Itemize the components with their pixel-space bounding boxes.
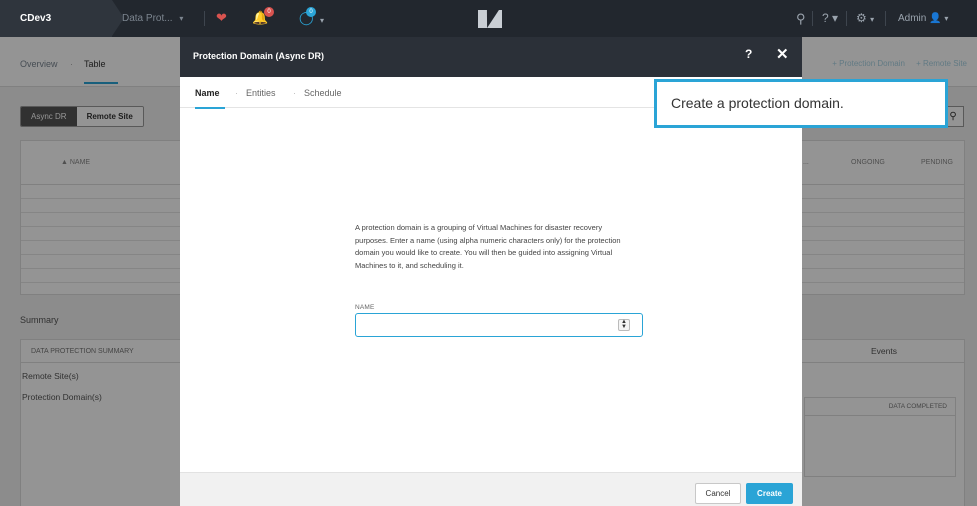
create-button[interactable]: Create	[746, 483, 793, 504]
name-input[interactable]	[355, 313, 643, 337]
top-navigation-bar: CDev3 Data Prot... ▾ ❤ 🔔 0 ◯ 0 ▾ ⚲ ? ▾ ⚙…	[0, 0, 977, 37]
chevron-down-icon[interactable]: ▾	[320, 14, 324, 28]
user-name: Admin	[898, 13, 927, 24]
close-icon[interactable]: ✕	[776, 45, 789, 63]
section-dropdown[interactable]: Data Prot... ▾	[122, 0, 183, 37]
step-schedule[interactable]: Schedule	[304, 88, 342, 98]
section-label: Data Prot...	[122, 13, 173, 24]
help-menu[interactable]: ? ▾	[822, 0, 838, 37]
divider	[204, 11, 205, 26]
user-icon: 👤	[929, 13, 942, 24]
divider	[885, 11, 886, 26]
step-separator: ·	[293, 88, 296, 98]
guide-tooltip: Create a protection domain.	[654, 79, 948, 128]
dialog-title: Protection Domain (Async DR)	[193, 51, 325, 61]
chevron-down-icon: ▾	[179, 14, 184, 23]
heart-icon[interactable]: ❤	[216, 11, 227, 25]
name-field-label: NAME	[355, 304, 375, 311]
cancel-button[interactable]: Cancel	[695, 483, 741, 504]
user-menu[interactable]: Admin 👤 ▾	[898, 0, 948, 37]
cluster-name[interactable]: CDev3	[0, 0, 112, 37]
nutanix-logo-icon	[478, 10, 502, 28]
search-icon[interactable]: ⚲	[796, 0, 806, 37]
tasks-badge: 0	[306, 7, 316, 17]
input-stepper-icon[interactable]: ▲ ▼	[618, 319, 630, 331]
active-step-underline	[195, 107, 225, 109]
dialog-header: Protection Domain (Async DR) ? ✕	[180, 37, 802, 77]
gear-icon[interactable]: ⚙ ▾	[856, 0, 874, 38]
step-entities[interactable]: Entities	[246, 88, 276, 98]
help-icon: ?	[822, 11, 829, 25]
help-icon[interactable]: ?	[745, 47, 752, 61]
dialog-footer: Cancel Create	[180, 472, 802, 506]
dialog-description: A protection domain is a grouping of Vir…	[355, 223, 621, 270]
step-name[interactable]: Name	[195, 88, 220, 98]
divider	[846, 11, 847, 26]
divider	[812, 11, 813, 26]
alerts-badge: 0	[264, 7, 274, 17]
step-separator: ·	[235, 88, 238, 98]
